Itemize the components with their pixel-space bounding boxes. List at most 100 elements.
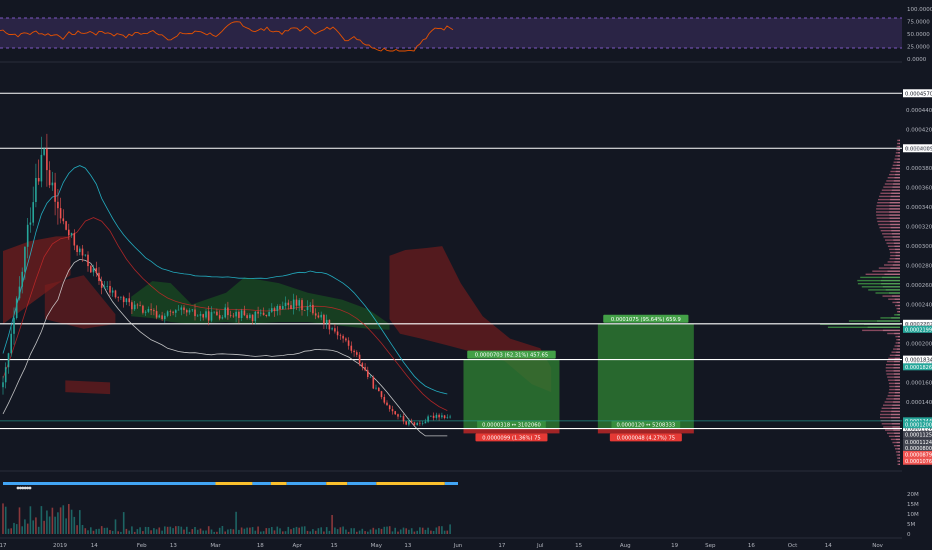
volume-bar — [177, 526, 180, 534]
candle-body — [136, 304, 139, 306]
candle-body — [446, 417, 449, 419]
volume-profile-bar-inner — [891, 233, 900, 235]
volume-profile-bar-inner — [892, 186, 900, 188]
volume-profile-bar-inner — [893, 373, 900, 375]
candle-body — [155, 311, 158, 318]
volume-bar — [180, 526, 183, 534]
candle-body — [221, 317, 224, 319]
candle-body — [100, 281, 103, 288]
candle-body — [320, 314, 322, 318]
volume-bar — [312, 529, 314, 534]
volume-bar — [268, 528, 270, 534]
volume-bar — [79, 510, 81, 534]
volume-profile-bar-inner — [898, 339, 900, 341]
volume-profile-bar-inner — [898, 454, 900, 456]
candle-body — [175, 310, 177, 313]
volume-bar — [257, 526, 259, 534]
candle-body — [405, 421, 407, 425]
candle-body — [251, 314, 254, 322]
volume-bar — [325, 527, 328, 534]
candle-body — [421, 423, 424, 424]
volume-bar — [172, 528, 174, 534]
volume-profile-bar-inner — [897, 314, 900, 316]
volume-bar — [125, 528, 128, 534]
candle-body — [312, 304, 314, 314]
volume-bar — [295, 526, 298, 534]
volume-bar — [309, 531, 311, 534]
volume-bar — [419, 527, 421, 534]
volume-bar — [35, 517, 37, 534]
volume-bar — [164, 526, 166, 534]
volume-profile-bar-inner — [892, 264, 900, 266]
volume-bar — [169, 526, 172, 534]
candle-body — [273, 308, 276, 312]
candle-body — [314, 313, 317, 316]
volume-bar — [254, 530, 257, 534]
candle-body — [24, 246, 26, 272]
volume-bar — [128, 530, 130, 534]
candle-body — [358, 354, 361, 364]
time-tick-label: 14 — [91, 543, 98, 549]
volume-profile-bar-inner — [885, 289, 900, 291]
volume-bar — [103, 527, 106, 534]
volume-profile-bar-inner — [894, 360, 900, 363]
price-tick-label: 0.0002000 — [906, 341, 932, 347]
volume-profile-bar-inner — [892, 404, 900, 406]
volume-bar — [144, 526, 147, 534]
candle-body — [65, 221, 67, 230]
trend-strip-segment — [444, 482, 458, 485]
volume-profile-bar-inner — [898, 311, 900, 313]
volume-profile-bar-inner — [891, 410, 900, 413]
candle-body — [51, 182, 54, 186]
candle-body — [394, 411, 396, 415]
volume-profile-bar-inner — [898, 460, 900, 462]
time-tick-label: Oct — [788, 543, 798, 549]
volume-bar — [388, 526, 391, 534]
candle-body — [95, 268, 98, 273]
volume-bar — [303, 526, 306, 534]
candle-body — [388, 405, 391, 410]
volume-tick-label: 20M — [907, 492, 919, 498]
time-tick-label: Jul — [536, 543, 544, 549]
candle-body — [438, 414, 440, 418]
volume-bar — [284, 531, 287, 534]
candle-body — [90, 266, 92, 273]
time-tick-label: Apr — [292, 543, 302, 549]
trend-strip-segment — [347, 482, 377, 485]
volume-profile-bar-inner — [890, 226, 900, 229]
rsi-tick-label: 0.0000 — [907, 57, 927, 63]
candle-body — [213, 311, 215, 313]
candle-body — [413, 422, 416, 426]
volume-bar — [240, 527, 243, 534]
candle-body — [79, 248, 81, 253]
price-tick-label: 0.0004200 — [906, 127, 932, 133]
candle-body — [262, 312, 265, 315]
volume-profile-bar-inner — [889, 292, 900, 294]
volume-bar — [276, 526, 279, 534]
volume-profile-bar-inner — [893, 429, 900, 431]
time-tick-label: 14 — [825, 543, 832, 549]
candle-body — [254, 311, 257, 322]
volume-bar — [249, 527, 251, 534]
volume-bar — [265, 528, 268, 534]
volume-bar — [106, 527, 108, 534]
volume-bar — [339, 527, 342, 534]
volume-profile-bar-inner — [891, 230, 900, 232]
candle-body — [345, 338, 347, 341]
volume-profile-bar-inner — [882, 276, 900, 279]
candle-body — [76, 245, 78, 252]
volume-profile-bar-inner — [889, 205, 900, 207]
volume-bar — [443, 530, 446, 534]
volume-bar — [358, 530, 361, 534]
volume-profile-bar-inner — [895, 248, 900, 251]
chart-canvas[interactable]: 100.0000 75.0000 50.0000 25.0000 0.0000 0.00… — [0, 0, 932, 550]
candle-body — [361, 363, 364, 368]
candle-body — [257, 311, 259, 314]
price-badge-label: 0.0001826 — [905, 365, 932, 371]
candle-body — [62, 218, 65, 222]
volume-profile-bar-inner — [867, 326, 900, 328]
candle-body — [207, 311, 210, 321]
volume-bar — [413, 531, 416, 534]
volume-bar — [87, 530, 89, 534]
volume-tick-label: 10M — [907, 512, 919, 518]
